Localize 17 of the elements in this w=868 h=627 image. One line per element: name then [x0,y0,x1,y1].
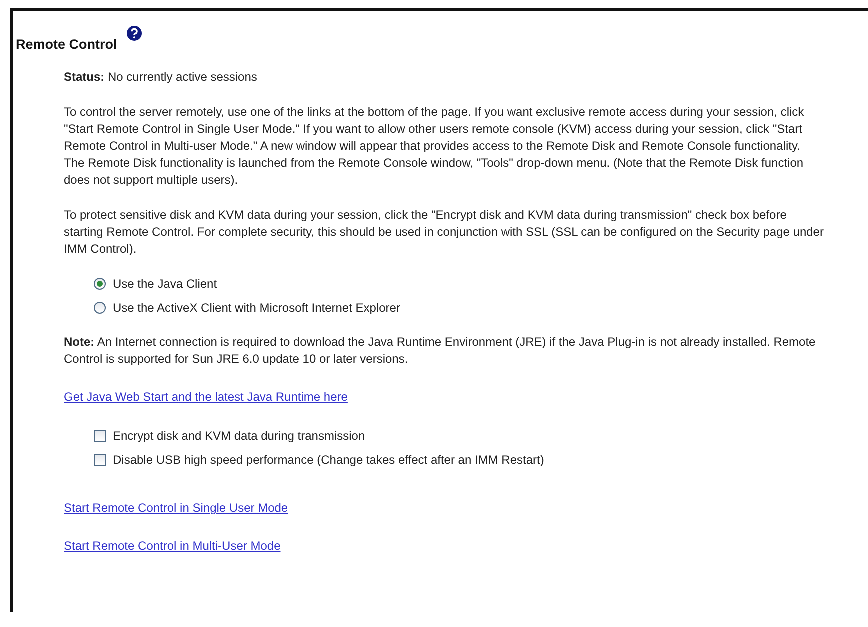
radio-button[interactable] [94,302,106,314]
start-remote-control-link[interactable]: Start Remote Control in Single User Mode [64,500,288,517]
help-icon[interactable] [127,26,142,41]
java-download-link[interactable]: Get Java Web Start and the latest Java Runtime here [64,389,348,406]
checkbox[interactable] [94,454,106,466]
start-remote-control-link[interactable]: Start Remote Control in Multi-User Mode [64,538,281,555]
note-paragraph: Note: An Internet connection is required to download the Java Runtime Environment (JRE) if the Java Plug-in is not already installed. Remote Control is supported for Sun JRE 6.0 update 10 or later versions. [64,334,817,368]
radio-label: Use the ActiveX Client with Microsoft Internet Explorer [113,300,400,316]
page-title: Remote Control [16,37,118,52]
checkbox[interactable] [94,430,106,442]
status-text: Status: No currently active sessions [64,69,258,86]
description-paragraph: To protect sensitive disk and KVM data during your session, click the "Encrypt disk and KVM data during transmission" check box before starting Remote Control. For complete security, this should be used in conjunction with SSL (SSL can be configured on the Security page under IMM Control). [64,207,824,258]
checkbox-label: Encrypt disk and KVM data during transmission [113,428,366,444]
description-paragraph: To control the server remotely, use one of the links at the bottom of the page. If you want exclusive remote access during your session, click "Start Remote Control in Single User Mode." If you want to allow other users remote console (KVM) access during your session, click "Start Remote Control in Multi-user Mode." A new window will appear that provides access to the Remote Disk and Remote Console functionality. The Remote Disk functionality is launched from the Remote Console window, "Tools" drop-down menu. (Note that the Remote Disk function does not support multiple users). [64,104,806,189]
radio-button[interactable] [94,278,106,290]
checkbox-label: Disable USB high speed performance (Change takes effect after an IMM Restart) [113,452,544,468]
radio-label: Use the Java Client [113,276,218,292]
